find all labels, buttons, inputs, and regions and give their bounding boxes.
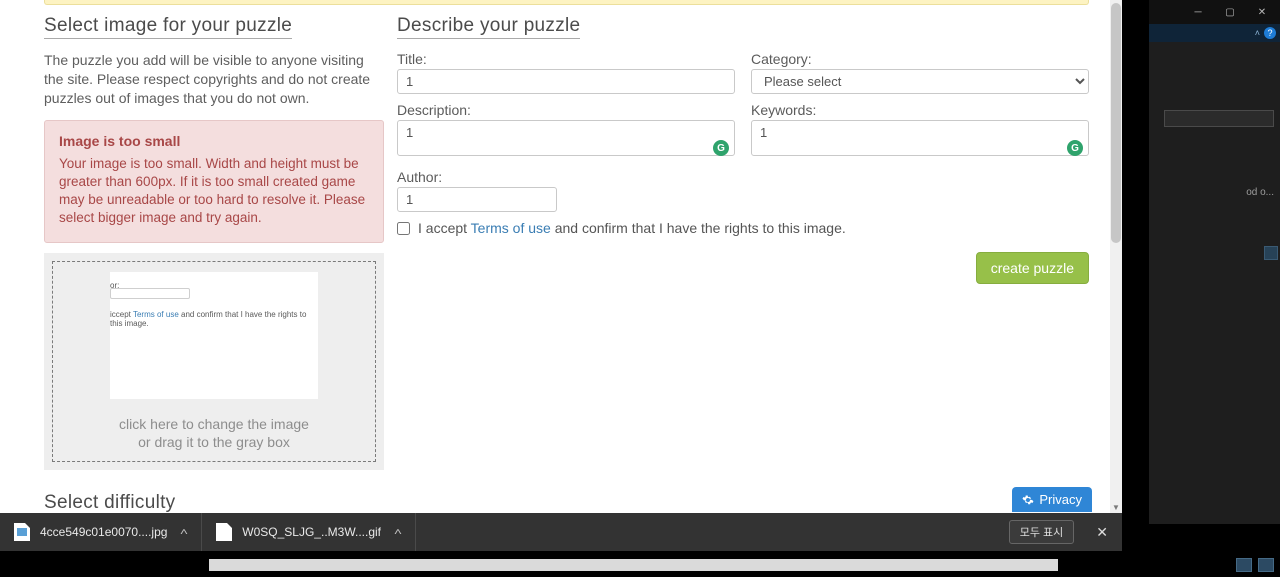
secondary-window-toolbar: ˄ ? bbox=[1149, 24, 1280, 42]
chevron-up-icon[interactable]: ˄ bbox=[175, 527, 194, 538]
download-bar: 4cce549c01e0070....jpg ˄ W0SQ_SLJG_..M3W… bbox=[0, 513, 1122, 551]
window-bottom-strip bbox=[209, 559, 1058, 571]
terms-of-use-link[interactable]: Terms of use bbox=[471, 220, 551, 236]
secondary-icon[interactable] bbox=[1264, 246, 1278, 260]
chevron-up-icon[interactable]: ˄ bbox=[1255, 28, 1260, 38]
accept-suffix: and confirm that I have the rights to th… bbox=[551, 220, 846, 236]
minimize-button[interactable]: ─ bbox=[1184, 3, 1212, 21]
secondary-truncated-text: od o... bbox=[1149, 187, 1274, 198]
help-icon[interactable]: ? bbox=[1264, 27, 1276, 39]
close-window-button[interactable]: ✕ bbox=[1248, 3, 1276, 21]
author-label: Author: bbox=[397, 169, 557, 185]
vertical-scrollbar[interactable]: ▼ bbox=[1110, 0, 1122, 513]
preview-accept-pre: iccept bbox=[110, 310, 133, 319]
keywords-input[interactable]: 1 bbox=[751, 120, 1089, 156]
privacy-button[interactable]: Privacy bbox=[1012, 487, 1092, 512]
close-download-bar-button[interactable]: ✕ bbox=[1082, 524, 1122, 541]
preview-terms-link: Terms of use bbox=[133, 310, 179, 319]
notice-bar bbox=[44, 0, 1089, 5]
image-too-small-alert: Image is too small Your image is too sma… bbox=[44, 120, 384, 243]
download-filename: 4cce549c01e0070....jpg bbox=[40, 525, 167, 539]
describe-puzzle-heading: Describe your puzzle bbox=[397, 15, 580, 39]
image-drop-zone[interactable]: or: iccept Terms of use and confirm that… bbox=[44, 253, 384, 470]
alert-title: Image is too small bbox=[59, 133, 369, 149]
title-label: Title: bbox=[397, 51, 735, 67]
describe-puzzle-column: Describe your puzzle Title: Category: Pl… bbox=[397, 15, 1089, 284]
tray-icon[interactable] bbox=[1258, 558, 1274, 572]
page-viewport: Select image for your puzzle The puzzle … bbox=[0, 0, 1110, 513]
taskbar-tray bbox=[1236, 558, 1280, 572]
secondary-window-body: od o... bbox=[1149, 42, 1280, 198]
chevron-up-icon[interactable]: ˄ bbox=[388, 527, 407, 538]
secondary-window: ─ ▢ ✕ ˄ ? od o... bbox=[1149, 0, 1280, 524]
select-image-heading: Select image for your puzzle bbox=[44, 15, 292, 39]
accept-prefix: I accept bbox=[418, 220, 471, 236]
secondary-window-titlebar: ─ ▢ ✕ bbox=[1149, 0, 1280, 24]
select-difficulty-heading: Select difficulty bbox=[44, 492, 175, 513]
grammarly-icon[interactable]: G bbox=[713, 140, 729, 156]
tray-icon[interactable] bbox=[1236, 558, 1252, 572]
drop-line-1: click here to change the image bbox=[63, 415, 365, 433]
preview-mini-input bbox=[110, 288, 190, 299]
description-label: Description: bbox=[397, 102, 735, 118]
keywords-label: Keywords: bbox=[751, 102, 1089, 118]
maximize-button[interactable]: ▢ bbox=[1216, 3, 1244, 21]
drop-line-2: or drag it to the gray box bbox=[63, 433, 365, 451]
category-select[interactable]: Please select bbox=[751, 69, 1089, 94]
gear-icon bbox=[1022, 494, 1034, 506]
image-select-column: Select image for your puzzle The puzzle … bbox=[44, 15, 384, 513]
secondary-icon-row bbox=[1264, 246, 1278, 260]
file-icon bbox=[14, 523, 30, 541]
create-puzzle-button[interactable]: create puzzle bbox=[976, 252, 1089, 284]
secondary-search-input[interactable] bbox=[1164, 110, 1274, 127]
alert-body: Your image is too small. Width and heigh… bbox=[59, 155, 369, 228]
grammarly-icon[interactable]: G bbox=[1067, 140, 1083, 156]
description-input[interactable]: 1 bbox=[397, 120, 735, 156]
file-icon bbox=[216, 523, 232, 541]
show-all-downloads-button[interactable]: 모두 표시 bbox=[1009, 520, 1075, 544]
image-preview: or: iccept Terms of use and confirm that… bbox=[110, 272, 318, 399]
title-input[interactable] bbox=[397, 69, 735, 94]
accept-checkbox[interactable] bbox=[397, 222, 410, 235]
download-item[interactable]: 4cce549c01e0070....jpg ˄ bbox=[0, 513, 202, 551]
image-drop-inner: or: iccept Terms of use and confirm that… bbox=[52, 261, 376, 462]
accept-row: I accept Terms of use and confirm that I… bbox=[397, 220, 1089, 236]
select-image-intro: The puzzle you add will be visible to an… bbox=[44, 51, 384, 108]
author-input[interactable] bbox=[397, 187, 557, 212]
category-label: Category: bbox=[751, 51, 1089, 67]
preview-mini-accept: iccept Terms of use and confirm that I h… bbox=[110, 310, 318, 328]
scrollbar-thumb[interactable] bbox=[1111, 3, 1121, 243]
download-filename: W0SQ_SLJG_..M3W....gif bbox=[242, 525, 381, 539]
download-item[interactable]: W0SQ_SLJG_..M3W....gif ˄ bbox=[202, 513, 416, 551]
privacy-label: Privacy bbox=[1039, 492, 1082, 507]
browser-window: Select image for your puzzle The puzzle … bbox=[0, 0, 1122, 513]
desktop: ─ ▢ ✕ ˄ ? od o... Select image for your … bbox=[0, 0, 1280, 577]
scroll-down-icon[interactable]: ▼ bbox=[1110, 501, 1122, 513]
